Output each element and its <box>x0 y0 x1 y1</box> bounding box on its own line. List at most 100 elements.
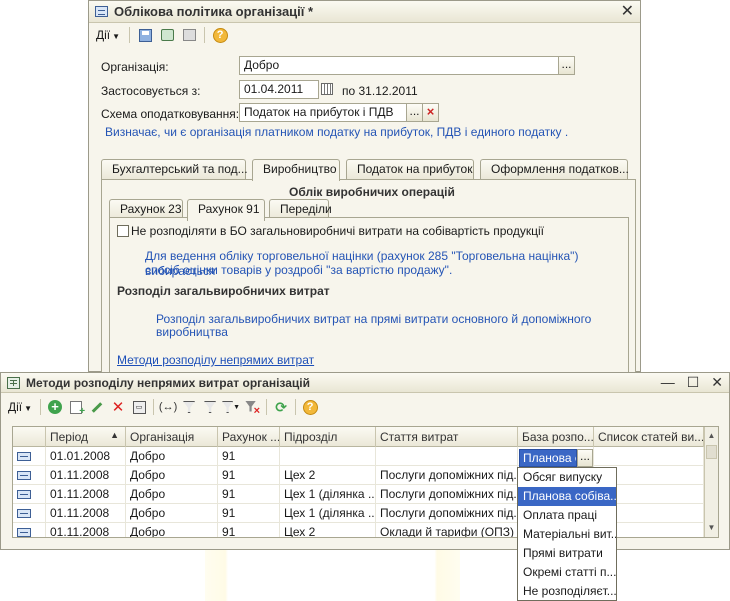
tab-production[interactable]: Виробництво <box>252 159 340 181</box>
filter-button[interactable] <box>201 398 219 416</box>
tab-tax-registration[interactable]: Оформлення податков... <box>480 159 629 179</box>
filter-by-value-button[interactable] <box>180 398 198 416</box>
dropdown-option[interactable]: Оплата праці <box>518 506 616 525</box>
dropdown-option[interactable]: Прямі витрати <box>518 544 616 563</box>
cost-item-cell[interactable]: Послуги допоміжних під... <box>376 504 518 523</box>
titlebar: Методи розподілу непрямих витрат організ… <box>1 373 729 393</box>
department-cell[interactable]: Цех 1 (ділянка ... <box>280 485 376 504</box>
cost-list-cell[interactable] <box>594 447 704 466</box>
tax-scheme-select-button[interactable]: ... <box>406 103 423 122</box>
account-cell[interactable]: 91 <box>218 447 280 466</box>
account-cell[interactable]: 91 <box>218 485 280 504</box>
tab-income-tax[interactable]: Податок на прибуток <box>346 159 474 179</box>
base-edit-field[interactable]: Планова с <box>519 449 577 467</box>
row-icon-cell <box>13 523 46 537</box>
tab-account-23[interactable]: Рахунок 23 <box>109 199 183 219</box>
header-base[interactable]: База розпо... <box>518 427 594 447</box>
record-icon <box>17 509 31 518</box>
refresh-button[interactable] <box>158 26 176 44</box>
applies-from-field[interactable]: 01.04.2011 <box>239 80 319 99</box>
department-cell[interactable]: Цех 2 <box>280 523 376 537</box>
organization-cell[interactable]: Добро <box>126 504 218 523</box>
dropdown-option[interactable]: Обсяг випуску <box>518 468 616 487</box>
tab-account-91[interactable]: Рахунок 91 <box>187 199 265 221</box>
cost-item-cell[interactable]: Оклади й тарифи (ОПЗ) <box>376 523 518 537</box>
methods-link[interactable]: Методи розподілу непрямих витрат <box>117 353 314 367</box>
post-icon: ▭ <box>132 400 146 414</box>
header-period-label: Період <box>50 430 89 444</box>
table-row[interactable]: 01.01.2008 Добро 91 <box>13 447 704 466</box>
add-button[interactable]: + <box>46 398 64 416</box>
tab-redistributions[interactable]: Переділи <box>269 199 332 219</box>
minimize-icon[interactable]: — <box>661 374 675 391</box>
dropdown-option[interactable]: Не розподіляєт... <box>518 582 616 601</box>
clear-icon[interactable]: × <box>422 103 439 122</box>
help-button[interactable]: ? <box>211 26 229 44</box>
header-cost-item[interactable]: Стаття витрат <box>376 427 518 447</box>
dropdown-option[interactable]: Окремі статті п... <box>518 563 616 582</box>
organization-select-button[interactable]: ... <box>558 56 575 75</box>
header-period[interactable]: Період ▲ <box>46 427 126 447</box>
hierarchy-button[interactable]: (↔) <box>159 398 177 416</box>
scroll-down-icon[interactable]: ▼ <box>705 521 718 535</box>
period-cell[interactable]: 01.11.2008 <box>46 466 126 485</box>
production-subtabs: Рахунок 23 Рахунок 91 Переділи <box>109 199 335 221</box>
toolbar-separator <box>129 27 131 43</box>
cost-item-cell[interactable]: Послуги допоміжних під... <box>376 466 518 485</box>
background-decoration <box>205 545 460 601</box>
delete-button[interactable]: ✕ <box>109 398 127 416</box>
organization-cell[interactable]: Добро <box>126 523 218 537</box>
account-cell[interactable]: 91 <box>218 466 280 485</box>
organization-cell[interactable]: Добро <box>126 447 218 466</box>
period-cell[interactable]: 01.11.2008 <box>46 485 126 504</box>
refresh-button[interactable]: ⟳ <box>272 398 290 416</box>
maximize-icon[interactable]: ☐ <box>687 374 700 391</box>
organization-cell[interactable]: Добро <box>126 485 218 504</box>
organization-field[interactable]: Добро <box>239 56 559 75</box>
department-cell[interactable]: Цех 2 <box>280 466 376 485</box>
header-cost-list[interactable]: Список статей ви... <box>594 427 704 447</box>
period-cell[interactable]: 01.11.2008 <box>46 523 126 537</box>
period-cell[interactable]: 01.01.2008 <box>46 447 126 466</box>
vertical-scrollbar[interactable]: ▲ ▼ <box>704 427 718 537</box>
account-cell[interactable]: 91 <box>218 523 280 537</box>
edit-button[interactable] <box>88 398 106 416</box>
department-cell[interactable]: Цех 1 (ділянка ... <box>280 504 376 523</box>
header-account[interactable]: Рахунок ... <box>218 427 280 447</box>
organization-cell[interactable]: Добро <box>126 466 218 485</box>
calendar-icon[interactable] <box>321 83 333 95</box>
table-header: Період ▲ Організація Рахунок ... Підрозді… <box>13 427 704 447</box>
close-icon[interactable]: ✕ <box>621 3 634 21</box>
close-icon[interactable]: ✕ <box>711 374 723 391</box>
account-cell[interactable]: 91 <box>218 504 280 523</box>
print-button[interactable] <box>180 26 198 44</box>
period-cell[interactable]: 01.11.2008 <box>46 504 126 523</box>
cost-item-cell[interactable]: Послуги допоміжних під... <box>376 485 518 504</box>
scroll-up-icon[interactable]: ▲ <box>705 429 718 443</box>
row-icon-cell <box>13 466 46 485</box>
filter-menu-button[interactable]: ▼ <box>222 398 240 416</box>
print-icon <box>182 29 196 41</box>
header-organization[interactable]: Організація <box>126 427 218 447</box>
record-icon <box>17 471 31 480</box>
form-icon <box>95 6 108 17</box>
actions-menu-button[interactable]: Дії ▼ <box>5 400 35 414</box>
dropdown-option-selected[interactable]: Планова собіва... <box>518 487 616 506</box>
help-button[interactable]: ? <box>301 398 319 416</box>
clear-filter-button[interactable] <box>243 398 261 417</box>
department-cell[interactable] <box>280 447 376 466</box>
base-select-button[interactable]: ... <box>577 449 593 467</box>
filter-icon <box>222 401 234 413</box>
header-department[interactable]: Підрозділ <box>280 427 376 447</box>
save-button[interactable] <box>136 26 154 44</box>
no-distribute-checkbox[interactable] <box>117 225 129 237</box>
tab-accounting[interactable]: Бухгалтерський та под... <box>101 159 248 179</box>
production-section-title: Облік виробничих операцій <box>289 185 455 199</box>
dropdown-option[interactable]: Матеріальні вит... <box>518 525 616 544</box>
post-button[interactable]: ▭ <box>130 398 148 416</box>
scroll-thumb[interactable] <box>706 445 717 459</box>
actions-menu-button[interactable]: Дії ▼ <box>93 28 123 42</box>
tax-scheme-field[interactable]: Податок на прибуток і ПДВ <box>239 103 407 122</box>
cost-item-cell[interactable] <box>376 447 518 466</box>
copy-button[interactable] <box>67 398 85 417</box>
